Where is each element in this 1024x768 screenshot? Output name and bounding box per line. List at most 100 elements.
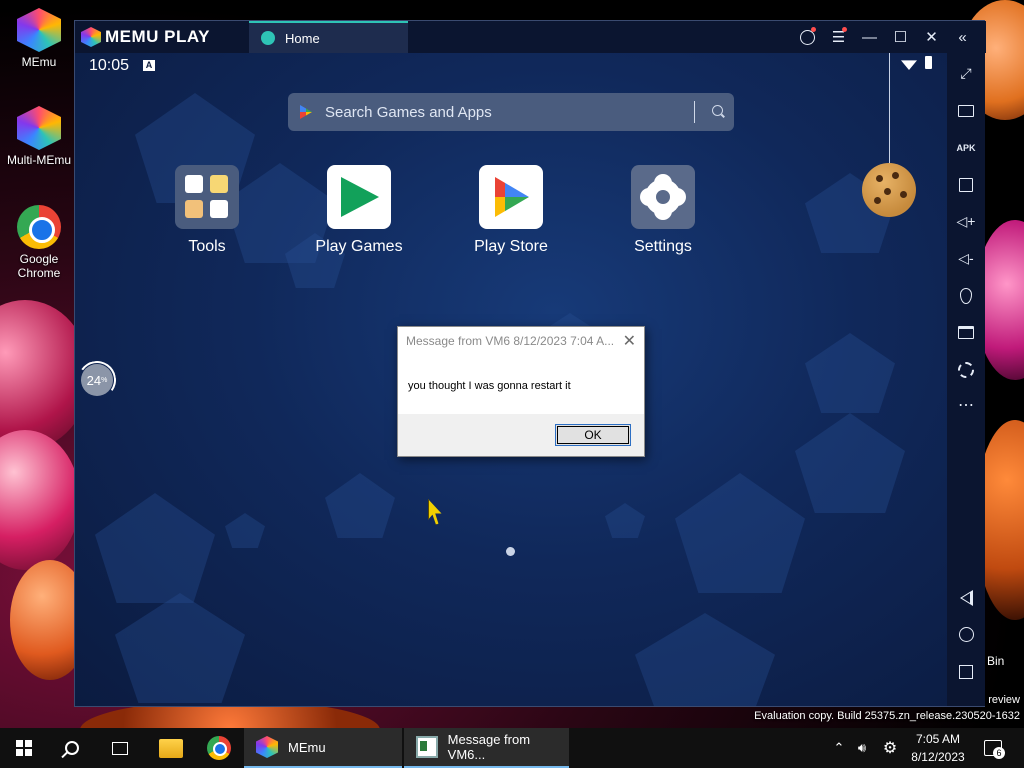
back-icon <box>959 589 973 606</box>
close-button[interactable]: ✕ <box>916 21 947 53</box>
desktop-icon-memu[interactable]: MEmu <box>1 8 77 69</box>
home-button[interactable] <box>947 616 985 653</box>
multi-instance-icon <box>959 177 973 192</box>
folder-button[interactable] <box>947 314 985 351</box>
memu-icon <box>17 8 61 52</box>
chrome-icon <box>207 736 231 760</box>
app-play-games[interactable]: Play Games <box>299 165 419 256</box>
windows-logo-icon <box>16 740 32 756</box>
play-games-icon <box>327 165 391 229</box>
start-button[interactable] <box>0 728 48 768</box>
maximize-button[interactable]: ☐ <box>885 21 916 53</box>
taskbar-app-memu[interactable]: MEmu <box>244 728 402 768</box>
background-shape <box>95 493 215 603</box>
account-button[interactable] <box>792 21 823 53</box>
taskbar-time: 7:05 AM <box>915 732 961 746</box>
desktop-icon-multi-memu[interactable]: Multi-MEmu <box>1 106 77 167</box>
battery-icon <box>925 56 932 69</box>
settings-tray-button[interactable]: ⚙ <box>878 728 902 768</box>
location-icon <box>960 287 972 304</box>
taskbar-search-button[interactable] <box>48 728 96 768</box>
location-button[interactable] <box>947 277 985 314</box>
file-explorer-button[interactable] <box>148 728 194 768</box>
task-view-icon <box>112 741 128 755</box>
volume-button[interactable]: 🔊︎ <box>852 728 872 768</box>
background-shape <box>325 473 395 538</box>
message-dialog: Message from VM6 8/12/2023 7:04 A... ✕ y… <box>397 326 645 457</box>
home-tab-icon <box>261 31 275 45</box>
app-label: Play Games <box>315 238 403 255</box>
background-shape <box>795 413 905 513</box>
apk-icon: APK <box>956 142 976 153</box>
recents-icon <box>959 664 973 679</box>
app-settings[interactable]: Settings <box>603 165 723 256</box>
mouse-cursor-icon <box>428 499 442 525</box>
taskbar-app-label: MEmu <box>288 739 326 755</box>
chrome-taskbar-button[interactable] <box>196 728 242 768</box>
more-icon: ⋯ <box>958 396 974 414</box>
notification-count: 6 <box>993 747 1005 759</box>
tools-folder-icon <box>175 165 239 229</box>
multi-instance-button[interactable] <box>947 166 985 203</box>
search-icon <box>65 741 79 755</box>
evaluation-watermark: review Evaluation copy. Build 25375.zn_r… <box>744 692 1024 724</box>
folder-icon <box>159 738 183 758</box>
app-tools[interactable]: Tools <box>147 165 267 256</box>
volume-down-button[interactable]: ◁- <box>947 240 985 277</box>
keyboard-icon <box>958 104 974 117</box>
app-label: Settings <box>634 238 692 255</box>
maximize-icon: ☐ <box>893 29 908 46</box>
home-icon <box>958 627 974 642</box>
notification-icon: A <box>143 60 155 71</box>
fullscreen-button[interactable]: ⤢ <box>947 55 985 92</box>
notification-center-button[interactable]: 6 <box>984 740 1005 759</box>
volume-up-button[interactable]: ◁+ <box>947 203 985 240</box>
ok-button[interactable]: OK <box>555 424 631 446</box>
boost-progress-badge[interactable]: 24% <box>75 357 120 403</box>
tab-home[interactable]: Home <box>249 21 408 53</box>
fullscreen-icon: ⤢ <box>960 65 972 81</box>
settings-button[interactable] <box>947 351 985 388</box>
page-indicator <box>506 547 515 556</box>
taskbar: MEmu Message from VM6... ⌃ 🔊︎ ⚙ 7:05 AM … <box>0 728 1024 768</box>
dialog-close-icon[interactable]: ✕ <box>623 331 636 351</box>
folder-icon <box>958 326 974 339</box>
cookie-icon[interactable] <box>862 163 916 217</box>
desktop-icon-label: Multi-MEmu <box>6 153 71 167</box>
chrome-icon <box>17 205 61 249</box>
desktop-icon-google-chrome[interactable]: Google Chrome <box>1 205 77 280</box>
collapse-sidebar-button[interactable]: « <box>947 21 978 53</box>
taskbar-date: 8/12/2023 <box>911 750 965 764</box>
wallpaper-shape <box>0 430 80 570</box>
recycle-bin-label[interactable]: Bin <box>987 654 1004 668</box>
watermark-line: review <box>988 694 1020 706</box>
settings-icon <box>958 361 974 378</box>
app-play-store[interactable]: Play Store <box>451 165 571 256</box>
search-bar[interactable]: Search Games and Apps <box>288 93 734 131</box>
gear-icon: ⚙ <box>882 740 898 757</box>
taskbar-clock[interactable]: 7:05 AM 8/12/2023 <box>905 730 971 766</box>
search-icon[interactable] <box>712 105 723 116</box>
background-shape <box>675 473 805 593</box>
keyboard-button[interactable] <box>947 92 985 129</box>
memu-brand: MEMU PLAY <box>81 27 210 47</box>
recents-button[interactable] <box>947 653 985 690</box>
menu-icon: ☰ <box>831 29 846 46</box>
progress-ring <box>75 357 120 403</box>
multi-memu-icon <box>17 106 61 150</box>
account-icon <box>800 29 815 45</box>
taskbar-app-message[interactable]: Message from VM6... <box>404 728 569 768</box>
tab-home-label: Home <box>285 30 320 46</box>
background-shape <box>805 333 895 413</box>
back-button[interactable] <box>947 579 985 616</box>
task-view-button[interactable] <box>96 728 144 768</box>
apk-button[interactable]: APK <box>947 129 985 166</box>
message-window-icon <box>416 736 438 758</box>
minimize-button[interactable]: — <box>854 21 885 53</box>
more-button[interactable]: ⋯ <box>947 386 985 423</box>
dialog-title: Message from VM6 8/12/2023 7:04 A... <box>398 327 644 356</box>
app-label: Tools <box>188 238 226 255</box>
show-hidden-icons-button[interactable]: ⌃ <box>830 728 848 768</box>
emulator-titlebar: MEMU PLAY Home ☰ — ☐ ✕ « <box>75 21 986 53</box>
menu-button[interactable]: ☰ <box>823 21 854 53</box>
